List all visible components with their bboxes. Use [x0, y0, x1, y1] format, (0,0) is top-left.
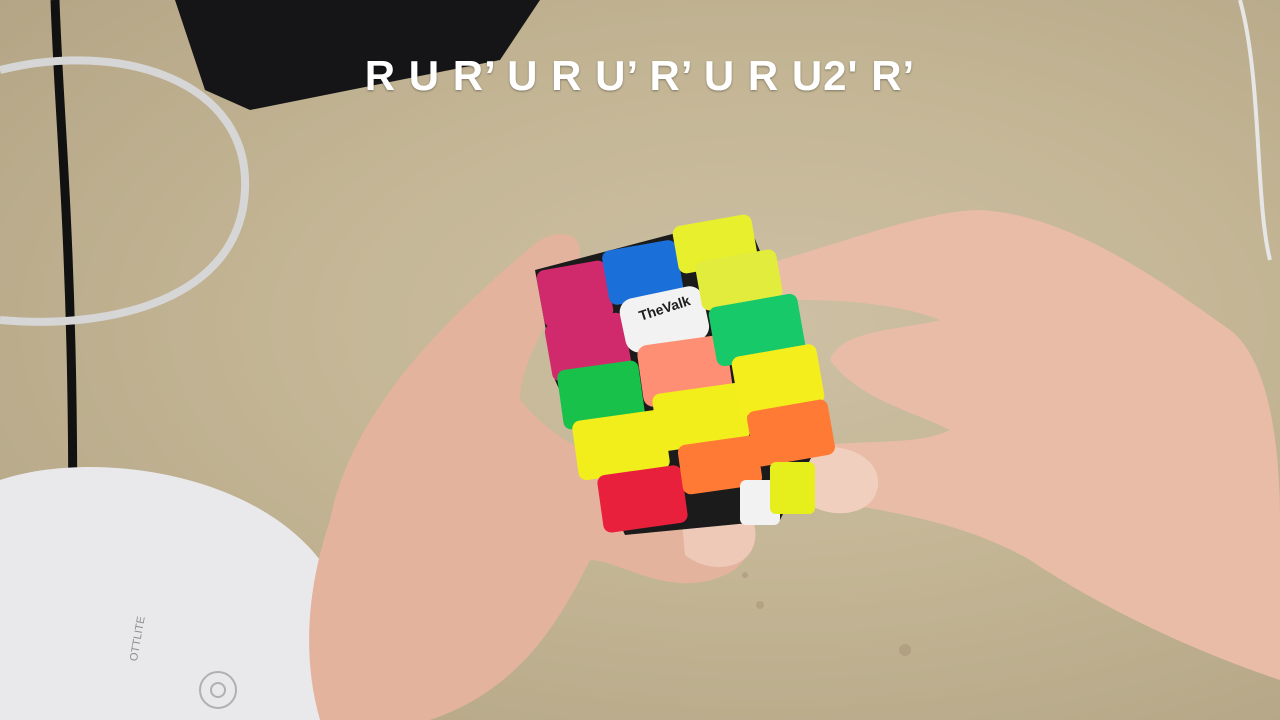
photo-scene: [0, 0, 1280, 720]
video-frame: TheValk OTTLITE R U R’ U R U’ R’ U R U2'…: [0, 0, 1280, 720]
algorithm-caption: R U R’ U R U’ R’ U R U2' R’: [364, 52, 916, 99]
cube-sticker: [770, 462, 815, 514]
cube-sticker: [597, 465, 688, 533]
